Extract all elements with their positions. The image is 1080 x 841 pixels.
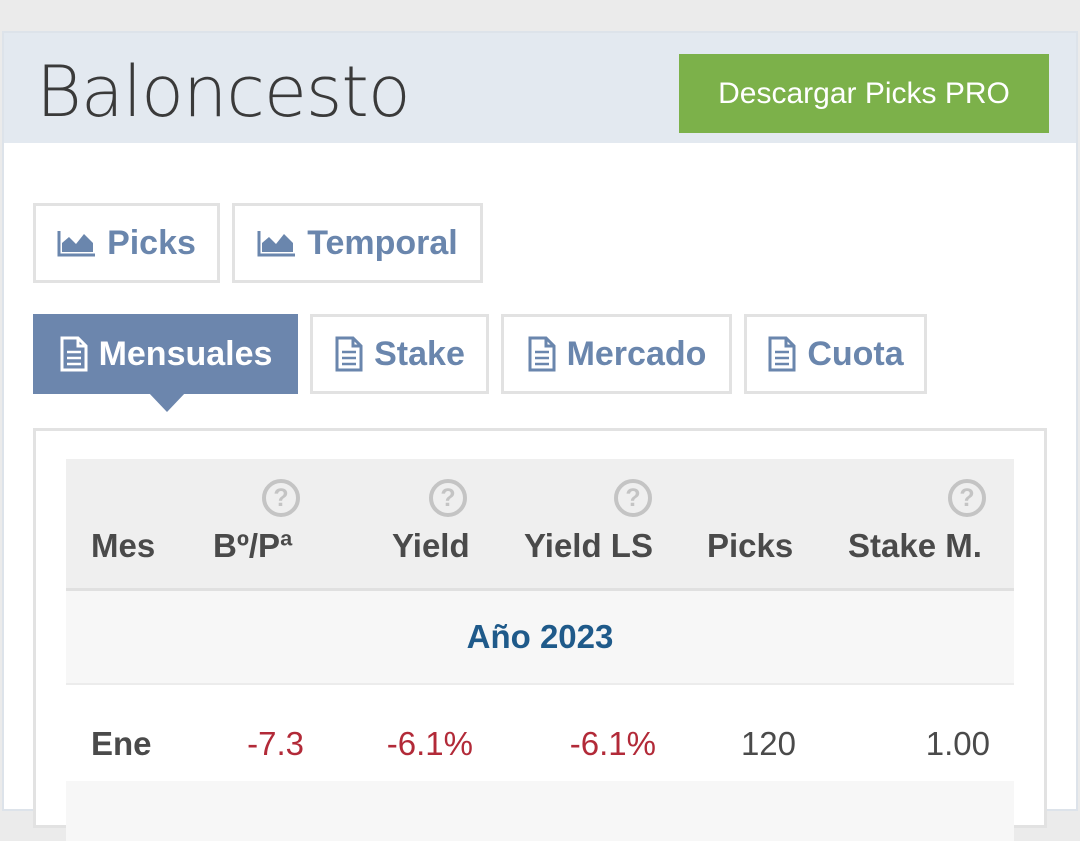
tab-temporal[interactable]: Temporal: [232, 203, 483, 283]
cell-stake: 1.00: [925, 725, 990, 762]
document-icon: [767, 336, 797, 372]
column-header-yield-ls[interactable]: Yield LS: [524, 527, 653, 565]
year-group-row: Año 2023: [66, 591, 1014, 685]
page-title: Baloncesto: [36, 51, 411, 133]
tab-label: Mensuales: [98, 334, 273, 373]
cell-bp: -7.3: [247, 725, 304, 762]
column-header-yield[interactable]: Yield: [392, 527, 470, 565]
tab-label: Stake: [374, 334, 465, 373]
monthly-table: Mes ? Bº/Pª ? Yield ? Yield LS Picks ? S…: [33, 428, 1047, 841]
tab-label: Mercado: [566, 334, 707, 373]
cell-picks: 120: [740, 725, 796, 762]
download-picks-pro-button[interactable]: Descargar Picks PRO: [679, 54, 1049, 133]
year-label: Año 2023: [466, 618, 614, 655]
panel-header: Baloncesto Descargar Picks PRO: [4, 33, 1076, 143]
table-row: Ene -7.3 -6.1% -6.1% 120 1.00: [66, 685, 1014, 781]
tab-picks[interactable]: Picks: [33, 203, 220, 283]
tab-mensuales[interactable]: Mensuales: [33, 314, 298, 412]
document-icon: [334, 336, 364, 372]
help-icon[interactable]: ?: [948, 479, 986, 517]
table-row: [66, 781, 1014, 841]
column-header-bp[interactable]: Bº/Pª: [213, 527, 292, 565]
help-icon[interactable]: ?: [614, 479, 652, 517]
cell-yield: -6.1%: [386, 725, 473, 762]
help-icon[interactable]: ?: [262, 479, 300, 517]
tab-label: Temporal: [307, 223, 458, 262]
column-header-mes[interactable]: Mes: [91, 527, 155, 565]
tab-mercado[interactable]: Mercado: [501, 314, 732, 394]
column-header-picks[interactable]: Picks: [707, 527, 793, 565]
cell-mes: Ene: [91, 725, 152, 762]
cell-yield-ls: -6.1%: [569, 725, 656, 762]
area-chart-icon: [257, 229, 297, 257]
help-icon[interactable]: ?: [429, 479, 467, 517]
tab-cuota[interactable]: Cuota: [744, 314, 927, 394]
tab-stake[interactable]: Stake: [310, 314, 489, 394]
table-header: Mes ? Bº/Pª ? Yield ? Yield LS Picks ? S…: [66, 459, 1014, 591]
document-icon: [527, 336, 557, 372]
document-icon: [59, 336, 89, 372]
area-chart-icon: [57, 229, 97, 257]
tab-label: Cuota: [807, 334, 904, 373]
active-tab-caret: [148, 392, 186, 412]
column-header-stake[interactable]: Stake M.: [848, 527, 982, 565]
tab-label: Picks: [107, 223, 196, 262]
